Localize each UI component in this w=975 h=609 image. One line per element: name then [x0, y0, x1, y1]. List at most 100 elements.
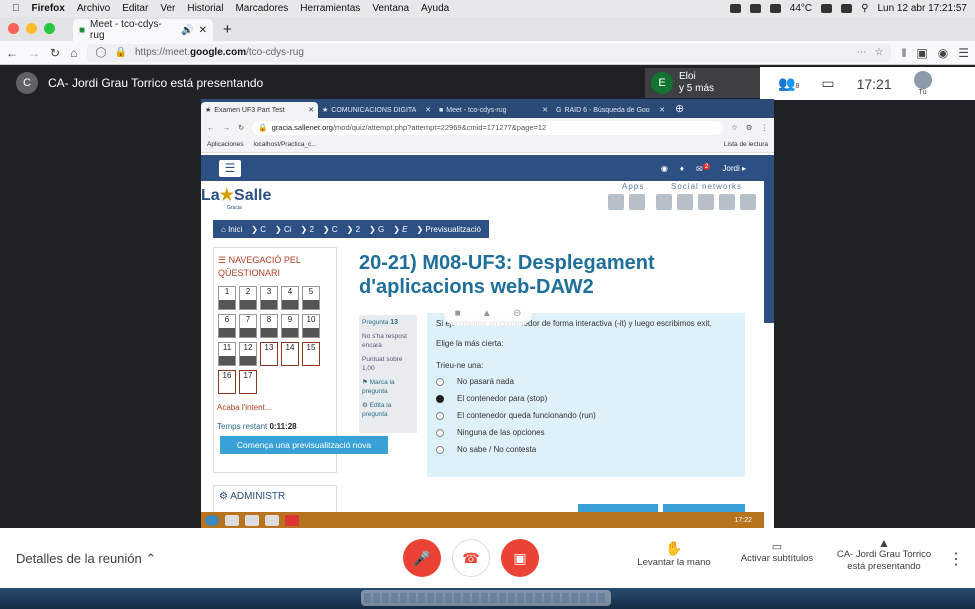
dock-icon[interactable] [454, 593, 461, 603]
question-button[interactable]: 1 [218, 286, 236, 310]
close-window-button[interactable] [8, 23, 19, 34]
reload-icon[interactable]: ↻ [238, 123, 244, 132]
question-button[interactable]: 15 [302, 342, 320, 366]
menu-item[interactable]: Historial [187, 3, 223, 14]
flickr-icon[interactable] [719, 194, 735, 210]
bell-icon[interactable]: ♦ [680, 164, 684, 173]
breadcrumb-item[interactable]: ❯ Previsualització [416, 225, 481, 234]
self-view[interactable]: Tú [913, 71, 932, 96]
more-options-icon[interactable]: ⋮ [948, 549, 964, 569]
question-button[interactable]: 8 [260, 314, 278, 338]
mic-toggle-button[interactable]: 🎤 [403, 539, 441, 577]
twitter-icon[interactable] [656, 194, 672, 210]
status-icon[interactable] [729, 4, 741, 13]
people-icon[interactable]: 👥8 [778, 75, 799, 92]
menu-icon[interactable]: ☰ [958, 46, 969, 60]
start-icon[interactable] [205, 514, 219, 526]
dock-icon[interactable] [517, 593, 524, 603]
apple-icon[interactable]:  [12, 3, 20, 14]
more-icon[interactable]: ⋮ [761, 123, 769, 132]
shield-icon[interactable]: ◯ [95, 47, 106, 58]
question-button[interactable]: 14 [281, 342, 299, 366]
taskbar-icon[interactable] [285, 514, 299, 526]
answer-option[interactable]: El contenedor queda funcionando (run) [436, 411, 736, 421]
new-tab-button[interactable]: + [223, 21, 232, 38]
question-button[interactable]: 10 [302, 314, 320, 338]
dock-icon[interactable] [526, 593, 533, 603]
reload-icon[interactable]: ↻ [50, 46, 60, 60]
dock-icon[interactable] [373, 593, 380, 603]
dock-icon[interactable] [364, 593, 371, 603]
close-icon[interactable]: ✕ [308, 106, 314, 114]
menu-item[interactable]: Archivo [77, 3, 110, 14]
breadcrumb-item[interactable]: ❯ E [393, 225, 407, 234]
radio[interactable] [436, 412, 444, 420]
radio[interactable] [436, 446, 444, 454]
dock-icon[interactable] [463, 593, 470, 603]
apple-app-icon[interactable] [608, 194, 624, 210]
bookmark-star-icon[interactable]: ☆ [874, 47, 883, 58]
account-icon[interactable]: ◉ [938, 46, 948, 60]
status-icon[interactable] [749, 4, 761, 13]
dock-icon[interactable] [508, 593, 515, 603]
battery-icon[interactable] [841, 4, 853, 13]
volume-off-icon[interactable]: ▲ [482, 308, 492, 319]
instagram-icon[interactable] [740, 194, 756, 210]
mic-off-icon[interactable]: ■ [455, 308, 461, 319]
user-menu[interactable]: Jordi ▸ [722, 164, 746, 173]
new-preview-button[interactable]: Comença una previsualització nova [220, 436, 388, 454]
back-icon[interactable]: ← [6, 46, 18, 60]
search-icon[interactable]: ⚲ [861, 3, 868, 14]
question-button[interactable]: 7 [239, 314, 257, 338]
dock-icon[interactable] [427, 593, 434, 603]
menu-app[interactable]: Firefox [32, 3, 65, 14]
sidebar-icon[interactable]: ▣ [916, 46, 927, 60]
chrome-tab[interactable]: ■ Meet - tco-cdys-rug ✕ [435, 102, 552, 118]
breadcrumb-item[interactable]: ❯ 2 [347, 225, 360, 234]
new-tab-button[interactable]: ⊕ [675, 102, 684, 115]
zoom-window-button[interactable] [44, 23, 55, 34]
question-button[interactable]: 16 [218, 370, 236, 394]
captions-button[interactable]: ▭ Activar subtítulos [733, 540, 821, 564]
answer-option[interactable]: No pasará nada [436, 377, 736, 387]
dock-icon[interactable] [472, 593, 479, 603]
cloud-icon[interactable] [769, 4, 781, 13]
dock-icon[interactable] [436, 593, 443, 603]
close-icon[interactable]: ✕ [542, 106, 548, 114]
dock-icon[interactable] [382, 593, 389, 603]
tab-meet[interactable]: ■ Meet - tco-cdys-rug 🔊 ✕ [73, 19, 213, 41]
dock-icon[interactable] [553, 593, 560, 603]
taskbar-icon[interactable] [245, 514, 259, 526]
taskbar-icon[interactable] [225, 514, 239, 526]
forward-icon[interactable]: → [28, 46, 40, 60]
menu-item[interactable]: Herramientas [300, 3, 360, 14]
meeting-details[interactable]: Detalles de la reunión ⌃ [16, 551, 156, 567]
breadcrumb-item[interactable]: ⌂ Inici [221, 225, 242, 234]
answer-option[interactable]: Ninguna de las opciones [436, 428, 736, 438]
chrome-tab[interactable]: G RAID 6 - Búsqueda de Goo ✕ [552, 102, 669, 118]
close-icon[interactable]: ✕ [199, 25, 207, 36]
admin-block[interactable]: ⚙ ADMINISTR [213, 485, 337, 515]
temperature[interactable]: 44°C [790, 3, 812, 14]
bookmark-apps[interactable]: Aplicaciones [207, 141, 244, 148]
url-bar[interactable]: 🔒 gracia.sallenet.org/mod/quiz/attempt.ph… [252, 120, 724, 135]
dock-icon[interactable] [490, 593, 497, 603]
menu-item[interactable]: Ventana [372, 3, 409, 14]
more-icon[interactable]: ⋯ [856, 47, 866, 58]
minimize-window-button[interactable] [26, 23, 37, 34]
dock-icon[interactable] [544, 593, 551, 603]
dock-icon[interactable] [598, 593, 605, 603]
youtube-icon[interactable] [698, 194, 714, 210]
facebook-icon[interactable] [677, 194, 693, 210]
dock-icon[interactable] [499, 593, 506, 603]
menu-item[interactable]: Ver [160, 3, 175, 14]
question-button[interactable]: 5 [302, 286, 320, 310]
question-button[interactable]: 11 [218, 342, 236, 366]
question-button[interactable]: 12 [239, 342, 257, 366]
url-bar[interactable]: ◯ 🔒 https://meet.google.com/tco-cdys-rug… [87, 43, 892, 62]
reading-list[interactable]: Lista de lectura [724, 141, 768, 148]
radio-selected[interactable] [436, 395, 444, 403]
menu-item[interactable]: Ayuda [421, 3, 449, 14]
leave-call-button[interactable]: ☎ [452, 539, 490, 577]
breadcrumb-item[interactable]: ❯ Ci [275, 225, 292, 234]
